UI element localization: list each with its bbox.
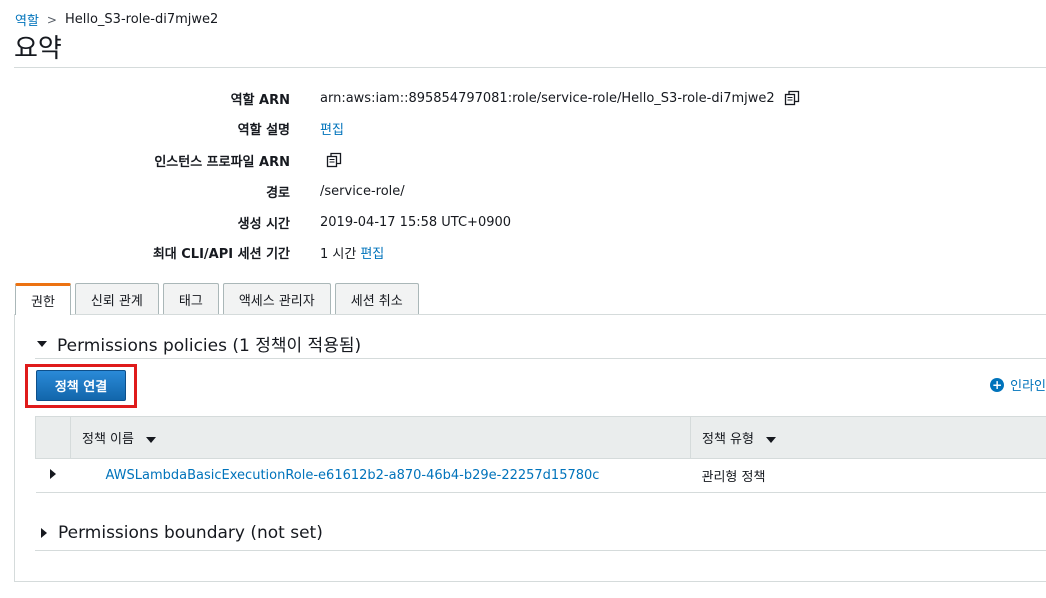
policy-name-link[interactable]: AWSLambdaBasicExecutionRole-e61612b2-a87… xyxy=(82,468,600,483)
summary-label: 최대 CLI/API 세션 기간 xyxy=(152,246,290,262)
tab-permissions[interactable]: 권한 xyxy=(15,283,71,315)
policy-type-cell: 관리형 정책 xyxy=(690,458,1046,493)
column-header-policy-type[interactable]: 정책 유형 xyxy=(690,416,1046,459)
copy-icon[interactable] xyxy=(325,151,343,169)
summary-label: 경로 xyxy=(266,185,290,201)
table-row: AWSLambdaBasicExecutionRole-e61612b2-a87… xyxy=(35,458,1046,493)
summary-row-path: 경로 /service-role/ xyxy=(0,181,1046,201)
creation-time-value: 2019-04-17 15:58 UTC+0900 xyxy=(320,214,512,230)
tab-tags[interactable]: 태그 xyxy=(162,283,219,314)
expander-header xyxy=(35,416,71,459)
copy-icon[interactable] xyxy=(783,89,801,107)
edit-description-link[interactable]: 편집 xyxy=(320,119,344,138)
summary-row-max-session: 최대 CLI/API 세션 기간 1 시간 편집 xyxy=(0,242,1046,262)
policy-name-cell: AWSLambdaBasicExecutionRole-e61612b2-a87… xyxy=(70,458,691,493)
title-divider xyxy=(14,67,1046,68)
summary-value xyxy=(325,151,343,169)
breadcrumb-separator: > xyxy=(46,12,57,27)
summary-label: 인스턴스 프로파일 ARN xyxy=(154,154,290,170)
permissions-policies-toggle[interactable]: Permissions policies (1 정책이 적용됨) xyxy=(37,331,361,356)
tab-trust-relationships[interactable]: 신뢰 관계 xyxy=(74,283,159,314)
add-inline-policy-link[interactable]: + 인라인 xyxy=(990,375,1046,394)
summary-label: 생성 시간 xyxy=(237,216,290,232)
summary-value: 1 시간 편집 xyxy=(320,243,384,262)
max-session-value: 1 시간 xyxy=(320,246,357,262)
breadcrumb-roles-link[interactable]: 역할 xyxy=(15,10,39,29)
summary-label: 역할 설명 xyxy=(237,122,290,138)
edit-session-duration-link[interactable]: 편집 xyxy=(360,243,384,262)
summary-label: 역할 ARN xyxy=(230,92,290,108)
column-header-label: 정책 이름 xyxy=(82,432,134,447)
summary-row-created: 생성 시간 2019-04-17 15:58 UTC+0900 xyxy=(0,212,1046,232)
role-tabs: 권한 신뢰 관계 태그 액세스 관리자 세션 취소 xyxy=(15,283,419,315)
caret-down-icon xyxy=(37,340,47,347)
summary-value: 2019-04-17 15:58 UTC+0900 xyxy=(320,215,511,230)
add-inline-policy-label: 인라인 xyxy=(1010,379,1046,394)
path-value: /service-role/ xyxy=(320,183,405,199)
permissions-boundary-title: Permissions boundary (not set) xyxy=(58,523,323,543)
policies-table: 정책 이름 정책 유형 AWSLambdaBasicExecutionRole-… xyxy=(35,416,1046,493)
column-header-policy-name[interactable]: 정책 이름 xyxy=(70,416,691,459)
section-divider xyxy=(35,358,1046,359)
column-header-label: 정책 유형 xyxy=(702,432,754,447)
summary-row-description: 역할 설명 편집 xyxy=(0,118,1046,138)
section-divider xyxy=(35,550,1046,551)
summary-value: arn:aws:iam::895854797081:role/service-r… xyxy=(320,89,801,107)
page-title: 요약 xyxy=(14,34,62,64)
summary-value: /service-role/ xyxy=(320,184,405,199)
attach-policy-button[interactable]: 정책 연결 xyxy=(36,370,126,401)
role-arn-value: arn:aws:iam::895854797081:role/service-r… xyxy=(320,90,775,106)
caret-right-icon xyxy=(41,528,47,538)
caret-right-icon xyxy=(49,469,56,479)
permissions-policies-title: Permissions policies (1 정책이 적용됨) xyxy=(57,336,362,356)
sort-down-icon xyxy=(766,436,777,443)
summary-row-instance-profile: 인스턴스 프로파일 ARN xyxy=(0,150,1046,170)
tab-access-advisor[interactable]: 액세스 관리자 xyxy=(222,283,331,314)
permissions-tab-panel: Permissions policies (1 정책이 적용됨) 정책 연결 +… xyxy=(14,314,1046,582)
breadcrumb: 역할 > Hello_S3-role-di7mjwe2 xyxy=(15,10,218,29)
plus-circle-icon: + xyxy=(990,377,1005,392)
iam-role-summary-page: 역할 > Hello_S3-role-di7mjwe2 요약 역할 ARN ar… xyxy=(0,0,1046,598)
summary-row-arn: 역할 ARN arn:aws:iam::895854797081:role/se… xyxy=(0,88,1046,108)
sort-down-icon xyxy=(146,436,157,443)
breadcrumb-current: Hello_S3-role-di7mjwe2 xyxy=(64,12,219,27)
row-expander[interactable] xyxy=(35,458,71,493)
tab-revoke-sessions[interactable]: 세션 취소 xyxy=(334,283,419,314)
table-header-row: 정책 이름 정책 유형 xyxy=(35,416,1046,459)
summary-value: 편집 xyxy=(320,119,344,138)
permissions-boundary-toggle[interactable]: Permissions boundary (not set) xyxy=(41,523,323,543)
